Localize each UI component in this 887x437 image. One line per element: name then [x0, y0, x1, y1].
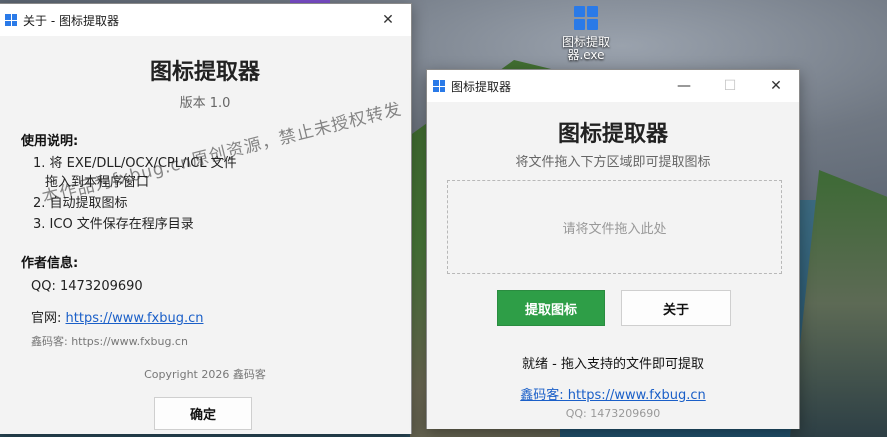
about-window: 关于 - 图标提取器 ✕ 图标提取器 版本 1.0 使用说明: 1. 将 EXE…: [0, 3, 412, 434]
main-link-row: 鑫码客: https://www.fxbug.cn: [427, 384, 799, 403]
usage-line-4: 3. ICO 文件保存在程序目录: [33, 217, 194, 232]
drop-zone[interactable]: 请将文件拖入此处: [447, 180, 782, 274]
author-heading: 作者信息:: [21, 256, 79, 271]
xinma-link[interactable]: 鑫码客: https://www.fxbug.cn: [520, 388, 705, 403]
copyright-text: Copyright 2026 鑫码客: [144, 368, 266, 381]
main-subtitle: 将文件拖入下方区域即可提取图标: [515, 155, 711, 170]
website-row: 官网: https://www.fxbug.cn: [31, 307, 203, 326]
maximize-icon[interactable]: ☐: [707, 70, 753, 102]
main-window-title: 图标提取器: [451, 79, 512, 94]
desktop-icon-icon-extractor[interactable]: 图标提取器.exe: [548, 6, 624, 62]
close-icon[interactable]: ✕: [365, 4, 411, 36]
about-window-title: 关于 - 图标提取器: [23, 13, 119, 28]
ok-button[interactable]: 确定: [154, 397, 252, 430]
windows-logo-icon: [574, 6, 598, 30]
desktop-icon-label: 图标提取器.exe: [561, 35, 610, 62]
xinma-text: 鑫码客: https://www.fxbug.cn: [31, 335, 188, 348]
main-body: 图标提取器 将文件拖入下方区域即可提取图标 请将文件拖入此处 提取图标 关于 就…: [427, 102, 799, 429]
close-icon[interactable]: ✕: [753, 70, 799, 102]
about-button[interactable]: 关于: [621, 290, 731, 326]
main-window: 图标提取器 — ☐ ✕ 图标提取器 将文件拖入下方区域即可提取图标 请将文件拖入…: [426, 69, 800, 429]
status-text: 就绪 - 拖入支持的文件即可提取: [522, 357, 704, 372]
app-icon: [433, 80, 445, 92]
minimize-icon[interactable]: —: [661, 70, 707, 102]
website-label: 官网:: [31, 311, 66, 326]
main-qq-text: QQ: 1473209690: [565, 407, 661, 420]
about-titlebar[interactable]: 关于 - 图标提取器 ✕: [0, 4, 411, 36]
drop-placeholder: 请将文件拖入此处: [562, 221, 667, 237]
extract-icon-button[interactable]: 提取图标: [497, 290, 605, 326]
website-link[interactable]: https://www.fxbug.cn: [66, 311, 204, 326]
app-icon: [5, 14, 17, 26]
about-body: 图标提取器 版本 1.0 使用说明: 1. 将 EXE/DLL/OCX/CPL/…: [0, 36, 411, 434]
main-titlebar[interactable]: 图标提取器 — ☐ ✕: [427, 70, 799, 102]
usage-heading: 使用说明:: [21, 134, 79, 149]
about-app-name: 图标提取器: [149, 60, 260, 85]
main-app-name: 图标提取器: [557, 122, 668, 147]
qq-text: QQ: 1473209690: [31, 279, 143, 294]
